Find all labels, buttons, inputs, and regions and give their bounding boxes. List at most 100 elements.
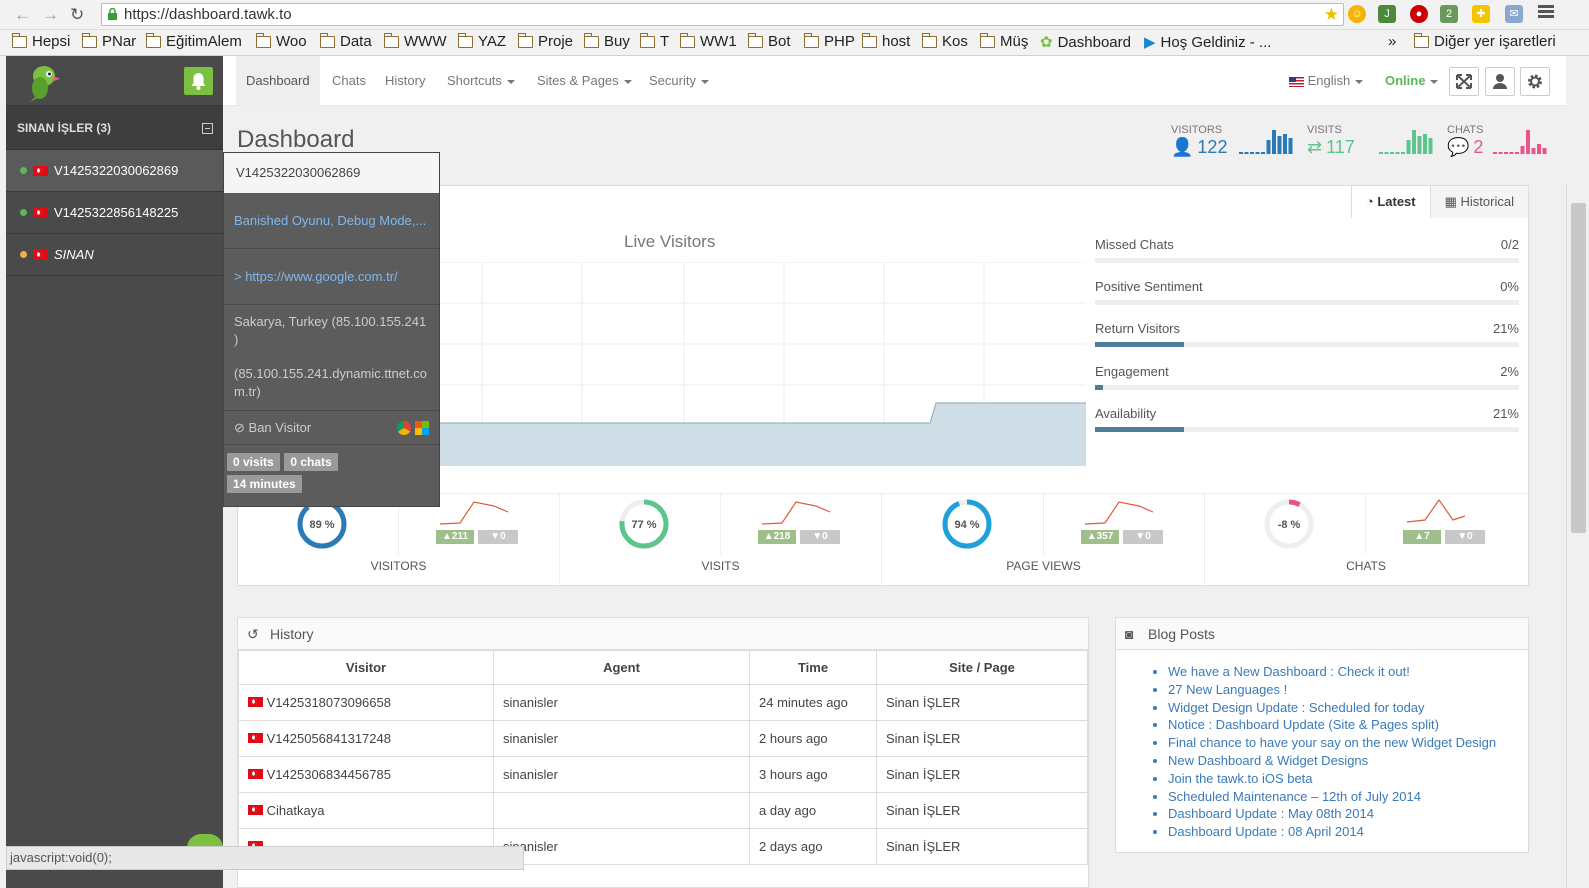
star-icon[interactable]: ★ — [1324, 4, 1339, 25]
blog-post-link[interactable]: New Dashboard & Widget Designs — [1168, 752, 1528, 770]
comments-icon: 💬 — [1447, 137, 1470, 157]
referrer-link[interactable]: > https://www.google.com.tr/ — [234, 269, 398, 284]
visitor-row[interactable]: SINAN — [6, 234, 223, 276]
other-bookmarks[interactable]: Diğer yer işaretleri — [1414, 32, 1556, 50]
nav-sites-pages[interactable]: Sites & Pages — [537, 56, 632, 106]
nav-security[interactable]: Security — [649, 56, 709, 106]
blog-post-link[interactable]: Scheduled Maintenance – 12th of July 201… — [1168, 788, 1528, 806]
bookmark[interactable]: Buy — [584, 32, 630, 50]
download-extension-icon[interactable]: 2 — [1440, 5, 1458, 23]
bookmark[interactable]: PNar — [82, 32, 136, 50]
agent-cell — [493, 792, 750, 829]
adblock-icon[interactable]: ● — [1410, 5, 1428, 23]
bookmark[interactable]: WWW — [384, 32, 446, 50]
tab-historical[interactable]: ▦ Historical — [1429, 186, 1528, 218]
sparkline-bar — [1509, 152, 1514, 154]
blog-post-link[interactable]: Dashboard Update : May 08th 2014 — [1168, 805, 1528, 823]
bookmark[interactable]: host — [862, 32, 911, 50]
bookmark-label: Kos — [942, 33, 968, 50]
online-status-selector[interactable]: Online — [1385, 56, 1439, 106]
blog-list: We have a New Dashboard : Check it out! … — [1116, 650, 1528, 841]
nav-history[interactable]: History — [385, 56, 425, 106]
blog-post-link[interactable]: Dashboard Update : 08 April 2014 — [1168, 823, 1528, 841]
collapse-icon[interactable] — [202, 123, 213, 134]
ban-visitor-label: Ban Visitor — [248, 420, 312, 435]
folder-icon — [748, 32, 763, 48]
blog-post-link[interactable]: Final chance to have your say on the new… — [1168, 734, 1528, 752]
plus-extension-icon[interactable]: ✚ — [1472, 5, 1490, 23]
ban-visitor-button[interactable]: ⊘ Ban Visitor — [234, 420, 311, 435]
online-status-label: Online — [1385, 73, 1426, 88]
bookmark[interactable]: Woo — [256, 32, 307, 50]
kpi-donut: -8 % — [1264, 499, 1314, 549]
bookmarks-more[interactable]: » — [1388, 33, 1396, 50]
address-bar[interactable]: https://dashboard.tawk.to ★ — [101, 3, 1344, 26]
settings-button[interactable] — [1520, 67, 1550, 96]
bookmark[interactable]: Hepsi — [12, 32, 70, 50]
forward-icon[interactable]: → — [42, 6, 59, 23]
nav-label: Chats — [332, 73, 366, 88]
table-row[interactable]: Cihatkaya a day ago Sinan İŞLER — [238, 792, 1088, 829]
table-row[interactable]: V1425318073096658 sinanisler 24 minutes … — [238, 684, 1088, 721]
popup-title: V1425322030062869 — [224, 153, 439, 193]
table-row[interactable]: V1425306834456785 sinanisler 3 hours ago… — [238, 756, 1088, 793]
blog-post-link[interactable]: We have a New Dashboard : Check it out! — [1168, 663, 1528, 681]
bookmark[interactable]: Data — [320, 32, 372, 50]
blog-post-link[interactable]: Widget Design Update : Scheduled for tod… — [1168, 699, 1528, 717]
dashboard-icon: ◔ — [1365, 194, 1374, 209]
blog-post-link[interactable]: Notice : Dashboard Update (Site & Pages … — [1168, 716, 1528, 734]
time-cell: 2 hours ago — [749, 720, 877, 757]
bookmark[interactable]: ✿ Dashboard — [1040, 33, 1131, 52]
blog-post-link[interactable]: 27 New Languages ! — [1168, 681, 1528, 699]
nav-chats[interactable]: Chats — [332, 56, 366, 106]
kpi-label: PAGE VIEWS — [1006, 559, 1081, 573]
page-scrollbar[interactable] — [1566, 183, 1589, 888]
blog-post-link[interactable]: Join the tawk.to iOS beta — [1168, 770, 1528, 788]
rss-icon: ◙ — [1125, 626, 1134, 642]
nav-shortcuts[interactable]: Shortcuts — [447, 56, 515, 106]
bookmark-label: host — [882, 33, 911, 50]
table-row[interactable]: V1425056841317248 sinanisler 2 hours ago… — [238, 720, 1088, 757]
bookmark[interactable]: WW1 — [680, 32, 737, 50]
metric-bar-fill — [1095, 385, 1104, 390]
bookmark[interactable]: EğitimAlem — [146, 32, 242, 50]
online-status-dot — [20, 209, 27, 216]
profile-button[interactable] — [1485, 67, 1515, 96]
language-selector[interactable]: English — [1289, 56, 1364, 106]
bookmark[interactable]: Kos — [922, 32, 968, 50]
menu-icon[interactable] — [1538, 5, 1554, 8]
us-flag-icon — [1289, 76, 1304, 87]
visitor-row[interactable]: V1425322030062869 — [6, 150, 223, 192]
popup-badges: 0 visits 0 chats 14 minutes — [224, 445, 439, 493]
current-page-link[interactable]: Banished Oyunu, Debug Mode,... — [234, 213, 426, 228]
bookmark[interactable]: YAZ — [458, 32, 506, 50]
metric-value: 0% — [1500, 279, 1519, 294]
reload-icon[interactable]: ↻ — [70, 6, 84, 23]
column-header: Time — [749, 650, 877, 685]
caret-down-icon — [1430, 79, 1439, 84]
bookmark[interactable]: ▶ Hoş Geldiniz - ... — [1144, 33, 1271, 52]
mail-icon[interactable]: ✉ — [1505, 5, 1523, 23]
visitor-cell: V1425056841317248 — [238, 720, 494, 757]
nav-label: Shortcuts — [447, 73, 502, 88]
bookmark[interactable]: PHP — [804, 32, 855, 50]
notification-bell[interactable] — [184, 67, 213, 95]
bookmark[interactable]: Bot — [748, 32, 791, 50]
bookmark[interactable]: T — [640, 32, 669, 50]
bookmark[interactable]: Müş — [980, 32, 1028, 50]
visitor-row[interactable]: V1425322856148225 — [6, 192, 223, 234]
emoji-extension-icon[interactable]: ☺ — [1348, 5, 1366, 23]
nav-dashboard[interactable]: Dashboard — [236, 56, 320, 106]
visitor-group-header[interactable]: SINAN İŞLER (3) — [6, 106, 223, 150]
metric-label: Positive Sentiment — [1095, 279, 1203, 294]
fullscreen-button[interactable] — [1449, 67, 1479, 96]
scrollbar-thumb[interactable] — [1571, 203, 1586, 533]
visitor-name: V1425322030062869 — [54, 163, 179, 178]
bookmark[interactable]: Proje — [518, 32, 573, 50]
back-icon[interactable]: ← — [14, 6, 31, 23]
kpi-page-views: 94 % ▲357 ▼0 PAGE VIEWS — [883, 494, 1205, 586]
extension-icon[interactable]: J — [1378, 5, 1396, 23]
sparkline-bar — [1504, 152, 1508, 154]
tab-latest[interactable]: ◔ Latest — [1350, 186, 1430, 218]
folder-icon — [862, 32, 877, 48]
